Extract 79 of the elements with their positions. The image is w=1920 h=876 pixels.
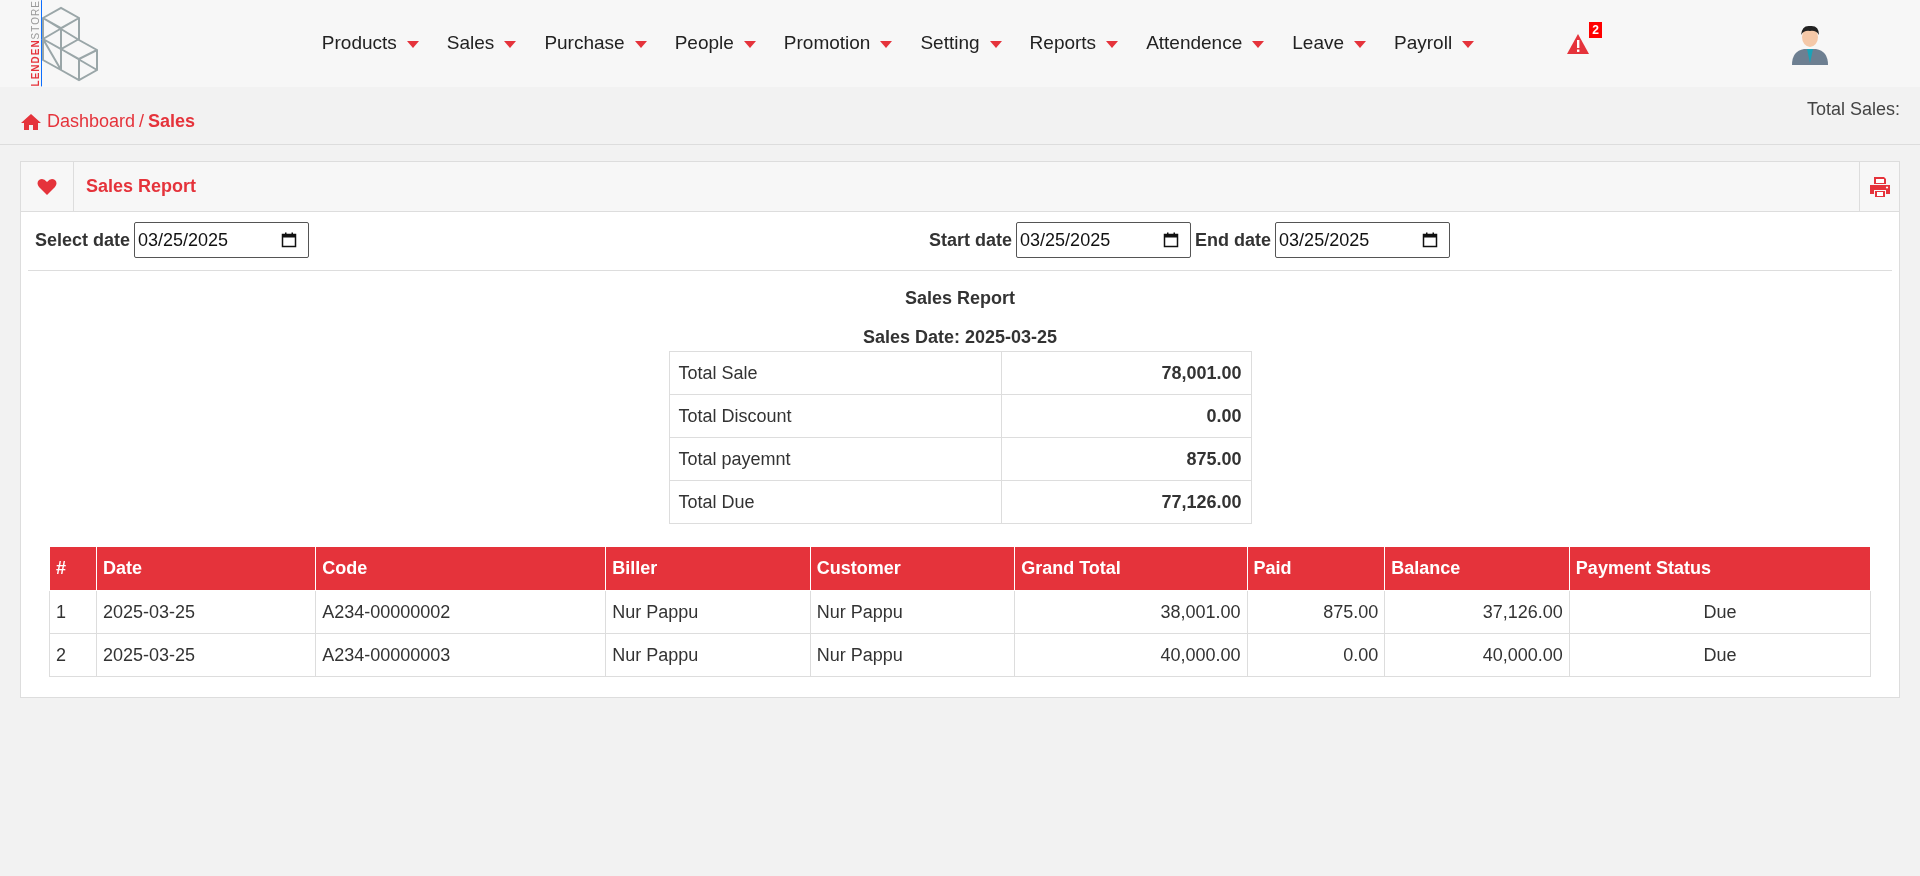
table-cell: 40,000.00 [1014, 633, 1248, 677]
calendar-icon[interactable] [1163, 232, 1180, 248]
calendar-icon[interactable] [281, 232, 298, 248]
caret-icon [1106, 40, 1119, 48]
caret-icon [634, 40, 647, 48]
column-header: Grand Total [1014, 546, 1248, 591]
table-cell: 37,126.00 [1384, 590, 1570, 634]
table-cell: 2 [49, 633, 97, 677]
table-cell: Nur Pappu [810, 590, 1015, 634]
table-cell: Due [1569, 590, 1871, 634]
breadcrumb-link[interactable]: Dashboard [47, 108, 136, 135]
caret-icon [1462, 40, 1475, 48]
column-header: Payment Status [1569, 546, 1871, 591]
breadcrumb-current: Sales [148, 110, 196, 133]
nav-dropdown[interactable]: Attendence [1132, 29, 1279, 58]
total-sales-label: Total Sales: [1806, 98, 1900, 121]
summary-label: Total payemnt [669, 437, 1002, 481]
logo-brand: LENDEN [30, 39, 41, 87]
caret-icon [989, 40, 1002, 48]
panel-title: Sales Report [86, 175, 197, 198]
field-label: Select date [35, 228, 131, 252]
column-header: Paid [1247, 546, 1385, 591]
caret-icon [743, 40, 756, 48]
table-cell: Nur Pappu [810, 633, 1015, 677]
summary-value: 875.00 [1001, 437, 1251, 481]
summary-value: 0.00 [1001, 394, 1251, 438]
nav-dropdown[interactable]: Purchase [530, 29, 661, 58]
nav-dropdown[interactable]: Setting [906, 29, 1016, 58]
table-cell: 875.00 [1247, 590, 1385, 634]
table-cell: 1 [49, 590, 97, 634]
column-header: Biller [605, 546, 811, 591]
caret-icon [880, 40, 893, 48]
summary-label: Total Sale [669, 351, 1002, 395]
report-title: Sales Report [903, 287, 1016, 310]
logo[interactable]: LENDENSTORE [30, 3, 130, 84]
table-cell: Nur Pappu [605, 633, 811, 677]
nav-dropdown[interactable]: Sales [432, 29, 531, 58]
column-header: Balance [1384, 546, 1570, 591]
column-header: Code [315, 546, 606, 591]
nav-dropdown[interactable]: Products [307, 29, 433, 58]
nav-dropdown[interactable]: Promotion [769, 29, 907, 58]
table-cell: 2025-03-25 [96, 590, 316, 634]
table-cell: A234-00000002 [315, 590, 606, 634]
home-icon [20, 112, 42, 131]
summary-value: 77,126.00 [1001, 480, 1251, 524]
summary-label: Total Discount [669, 394, 1002, 438]
caret-icon [504, 40, 517, 48]
column-header: # [49, 546, 97, 591]
notification-count: 2 [1589, 22, 1602, 38]
field-label: End date [1195, 228, 1272, 252]
table-cell: 38,001.00 [1014, 590, 1248, 634]
nav-dropdown[interactable]: People [660, 29, 770, 58]
table-cell: 2025-03-25 [96, 633, 316, 677]
column-header: Date [96, 546, 316, 591]
warning-icon[interactable] [1566, 33, 1590, 56]
caret-icon [1252, 40, 1265, 48]
breadcrumb-separator: / [139, 110, 145, 133]
summary-label: Total Due [669, 480, 1002, 524]
table-cell: Nur Pappu [605, 590, 811, 634]
print-icon[interactable] [1867, 174, 1892, 199]
caret-icon [406, 40, 419, 48]
logo-tagline: STORE [30, 0, 41, 40]
report-date: Sales Date: 2025-03-25 [861, 326, 1059, 349]
date-field[interactable]: 03/25/2025 [1016, 222, 1192, 258]
caret-icon [1354, 40, 1367, 48]
table-cell: Due [1569, 633, 1871, 677]
table-cell: 0.00 [1247, 633, 1385, 677]
calendar-icon[interactable] [1422, 232, 1439, 248]
table-cell: A234-00000003 [315, 633, 606, 677]
column-header: Customer [810, 546, 1015, 591]
date-field[interactable]: 03/25/2025 [1275, 222, 1451, 258]
nav-dropdown[interactable]: Reports [1015, 29, 1133, 58]
summary-value: 78,001.00 [1001, 351, 1251, 395]
nav-dropdown[interactable]: Leave [1278, 29, 1381, 58]
date-field[interactable]: 03/25/2025 [134, 222, 310, 258]
table-cell: 40,000.00 [1384, 633, 1570, 677]
field-label: Start date [929, 228, 1013, 252]
nav-dropdown[interactable]: Payroll [1380, 29, 1489, 58]
heart-icon [37, 177, 57, 196]
